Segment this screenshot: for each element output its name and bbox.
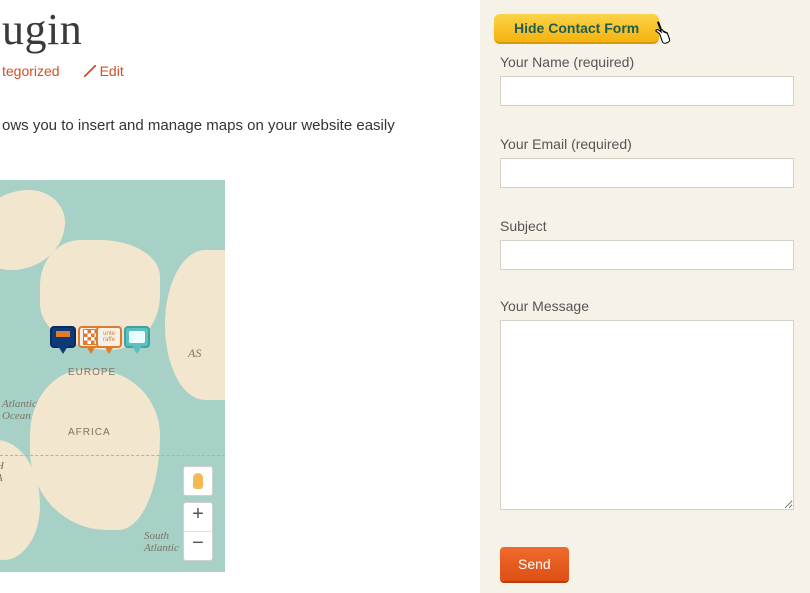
zoom-in-button[interactable]: +	[184, 503, 212, 532]
name-label: Your Name (required)	[500, 54, 794, 70]
main-column: ugin tegorized Edit ows you to insert an…	[0, 0, 480, 593]
hide-contact-form-button[interactable]: Hide Contact Form	[494, 14, 659, 44]
name-input[interactable]	[500, 76, 794, 106]
message-textarea[interactable]	[500, 320, 794, 510]
map-label-nam: H A	[0, 460, 4, 484]
post-meta: tegorized Edit	[0, 63, 480, 79]
email-input[interactable]	[500, 158, 794, 188]
subject-input[interactable]	[500, 240, 794, 270]
edit-link[interactable]: Edit	[84, 63, 124, 79]
map[interactable]: EUROPE AFRICA AS Atlantic Ocean South At…	[0, 180, 225, 572]
send-button[interactable]: Send	[500, 547, 569, 581]
map-markers: unteraffe	[50, 326, 150, 356]
contact-sidebar: Hide Contact Form Your Name (required) Y…	[480, 0, 810, 593]
landmass-asia	[165, 250, 225, 400]
page-title: ugin	[0, 4, 480, 55]
zoom-control: + −	[183, 502, 213, 561]
map-marker-brand[interactable]: unteraffe	[96, 326, 122, 356]
map-label-africa: AFRICA	[68, 427, 111, 438]
cursor-icon	[650, 15, 686, 56]
landmass-africa	[30, 370, 160, 530]
pegman-icon[interactable]	[183, 466, 213, 496]
subject-label: Subject	[500, 218, 794, 234]
map-label-europe: EUROPE	[68, 367, 116, 378]
map-marker-blue[interactable]	[50, 326, 76, 356]
zoom-out-button[interactable]: −	[184, 532, 212, 560]
map-equator	[0, 455, 225, 456]
map-marker-teal[interactable]	[124, 326, 150, 356]
category-link[interactable]: tegorized	[2, 63, 60, 79]
message-label: Your Message	[500, 298, 794, 314]
map-label-natlantic: Atlantic Ocean	[2, 398, 37, 422]
hide-contact-form-label: Hide Contact Form	[514, 20, 639, 36]
map-label-satlantic: South Atlantic	[144, 530, 179, 554]
email-label: Your Email (required)	[500, 136, 794, 152]
map-label-asia: AS	[188, 346, 201, 361]
tagline: ows you to insert and manage maps on you…	[0, 117, 480, 134]
